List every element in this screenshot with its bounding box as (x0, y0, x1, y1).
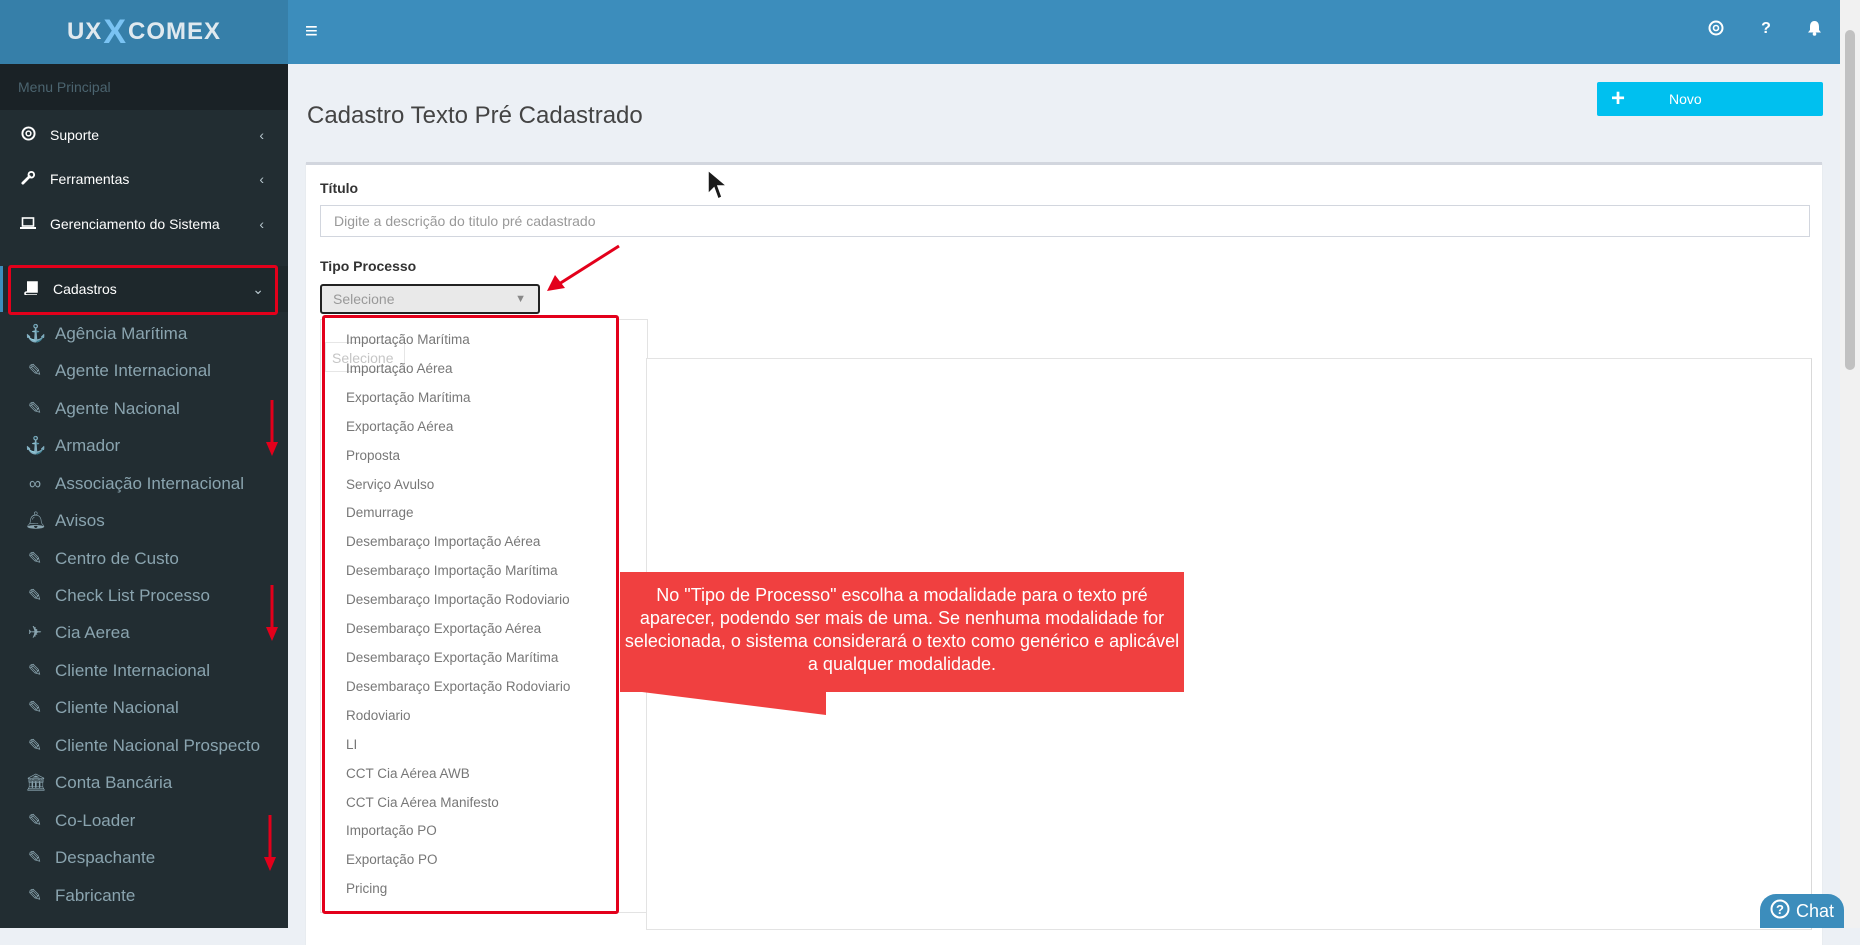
chevron-left-icon: ‹ (259, 171, 264, 187)
sidebar-item-label: Suporte (50, 127, 100, 143)
annotation-arrow-down-icon (263, 815, 277, 879)
app-root: UX X COMEX Menu Principal Suporte ‹ Ferr… (0, 0, 1860, 945)
edit-icon: ✎ (27, 586, 43, 605)
tipo-processo-select[interactable]: Selecione ▼ (320, 284, 540, 314)
app-logo[interactable]: UX X COMEX (0, 0, 288, 64)
sidebar-subitem-label: Agente Nacional (55, 399, 180, 418)
sidebar-item-ferramentas[interactable]: Ferramentas ‹ (0, 156, 288, 202)
caret-down-icon: ▼ (515, 293, 526, 305)
sidebar-subitem[interactable]: ✎ Agente Internacional (0, 353, 288, 389)
sidebar-subitem[interactable]: ⚓ Agência Marítima (0, 316, 288, 352)
sidebar-subitem-label: Fabricante (55, 886, 136, 905)
edit-icon: ✎ (27, 736, 43, 755)
plus-icon: + (1611, 85, 1626, 112)
link-icon: ∞ (28, 474, 42, 493)
sidebar-item-label: Gerenciamento do Sistema (50, 216, 220, 232)
logo-text-right: COMEX (128, 18, 222, 45)
tipo-processo-value: Selecione (333, 291, 395, 307)
logo-text-left: UX (66, 18, 103, 45)
scrollbar-thumb[interactable] (1845, 30, 1855, 370)
chat-label: Chat (1795, 900, 1835, 921)
plane-icon: ✈ (27, 623, 43, 642)
sidebar-subitem[interactable]: ∞ Associação Internacional (0, 466, 288, 502)
question-icon[interactable]: ? (1754, 20, 1778, 38)
page-title: Cadastro Texto Pré Cadastrado (307, 102, 643, 129)
sidebar-subitem[interactable]: ✎ Despachante (0, 840, 288, 876)
edit-icon: ✎ (27, 886, 43, 905)
mouse-cursor-icon (707, 168, 730, 201)
sidebar-subitem[interactable]: ✎ Fabricante (0, 878, 288, 914)
lifebuoy-icon (20, 126, 36, 144)
sidebar-subitem[interactable]: ✎ Co-Loader (0, 803, 288, 839)
chat-button[interactable]: ? Chat (1760, 894, 1844, 928)
hamburger-icon[interactable]: ≡ (305, 18, 318, 44)
annotation-highlight-dropdown (322, 315, 619, 914)
sidebar-item-suporte[interactable]: Suporte ‹ (0, 112, 288, 158)
annotation-callout: No "Tipo de Processo" escolha a modalida… (620, 572, 1184, 692)
annotation-arrow-down-icon (265, 400, 279, 464)
sidebar-subitem-label: Cliente Internacional (55, 661, 210, 680)
sidebar-subitem[interactable]: ✎ Cliente Internacional (0, 653, 288, 689)
sidebar: UX X COMEX Menu Principal Suporte ‹ Ferr… (0, 0, 288, 928)
chevron-left-icon: ‹ (259, 127, 264, 143)
sidebar-item-gerenciamento[interactable]: Gerenciamento do Sistema ‹ (0, 201, 288, 247)
help-circle-icon: ? (1770, 899, 1790, 924)
sidebar-subitem[interactable]: ⚓ Armador (0, 428, 288, 464)
chevron-left-icon: ‹ (259, 216, 264, 232)
edit-icon: ✎ (27, 549, 43, 568)
sidebar-subitem[interactable]: 🏛︎ Conta Bancária (0, 765, 288, 801)
sidebar-subitem-label: Cia Aerea (55, 623, 130, 642)
annotation-arrow-down-icon (265, 585, 279, 649)
titulo-input[interactable]: Digite a descrição do titulo pré cadastr… (320, 205, 1810, 237)
edit-icon: ✎ (27, 811, 43, 830)
new-button[interactable]: + Novo (1597, 82, 1823, 116)
titulo-label: Título (320, 180, 359, 196)
top-navbar: ≡ ? (288, 0, 1840, 64)
sidebar-subitem-label: Centro de Custo (55, 549, 179, 568)
annotation-highlight-cadastros (8, 265, 278, 315)
sidebar-subitem[interactable]: ✎ Cliente Nacional Prospecto (0, 728, 288, 764)
wrench-icon (20, 170, 36, 188)
bell-icon: 🔔︎ (25, 511, 47, 530)
annotation-arrow-icon (547, 244, 620, 291)
sidebar-subitem[interactable]: ✈ Cia Aerea (0, 615, 288, 651)
sidebar-subitem-label: Associação Internacional (55, 474, 245, 493)
sidebar-subitem-label: Agente Internacional (55, 361, 211, 380)
sidebar-subitem-label: Cliente Nacional Prospecto (55, 736, 261, 755)
edit-icon: ✎ (27, 698, 43, 717)
sidebar-subitem-label: Agência Marítima (55, 324, 188, 343)
edit-icon: ✎ (27, 848, 43, 867)
sidebar-subitem[interactable]: 🔔︎ Avisos (0, 503, 288, 539)
edit-icon: ✎ (27, 361, 43, 380)
bell-icon[interactable] (1802, 20, 1826, 41)
edit-icon: ✎ (27, 399, 43, 418)
sidebar-subitem[interactable]: ✎ Check List Processo (0, 578, 288, 614)
svg-text:?: ? (1776, 902, 1784, 917)
lifebuoy-icon[interactable] (1704, 20, 1728, 41)
sidebar-subitem-label: Conta Bancária (55, 773, 173, 792)
menu-header: Menu Principal (0, 64, 288, 110)
new-button-label: Novo (1669, 91, 1702, 107)
edit-icon: ✎ (27, 661, 43, 680)
tipo-processo-label: Tipo Processo (320, 258, 417, 274)
sidebar-subitem[interactable]: ✎ Agente Nacional (0, 391, 288, 427)
sidebar-item-label: Ferramentas (50, 171, 130, 187)
bank-icon: 🏛︎ (25, 773, 47, 792)
sidebar-subitem[interactable]: ✎ Cliente Nacional (0, 690, 288, 726)
logo-x: X (103, 12, 127, 51)
sidebar-subitem-label: Despachante (55, 848, 156, 867)
callout-tail (626, 690, 826, 715)
sidebar-subitem-label: Co-Loader (55, 811, 136, 830)
sidebar-subitem-label: Armador (55, 436, 121, 455)
sidebar-subitem-label: Avisos (55, 511, 105, 530)
anchor-icon: ⚓ (25, 324, 47, 343)
anchor-icon: ⚓ (25, 436, 47, 455)
sidebar-subitem-label: Cliente Nacional (55, 698, 179, 717)
sidebar-subitem[interactable]: ✎ Centro de Custo (0, 541, 288, 577)
sidebar-subitem-label: Check List Processo (55, 586, 210, 605)
laptop-icon (20, 216, 36, 233)
